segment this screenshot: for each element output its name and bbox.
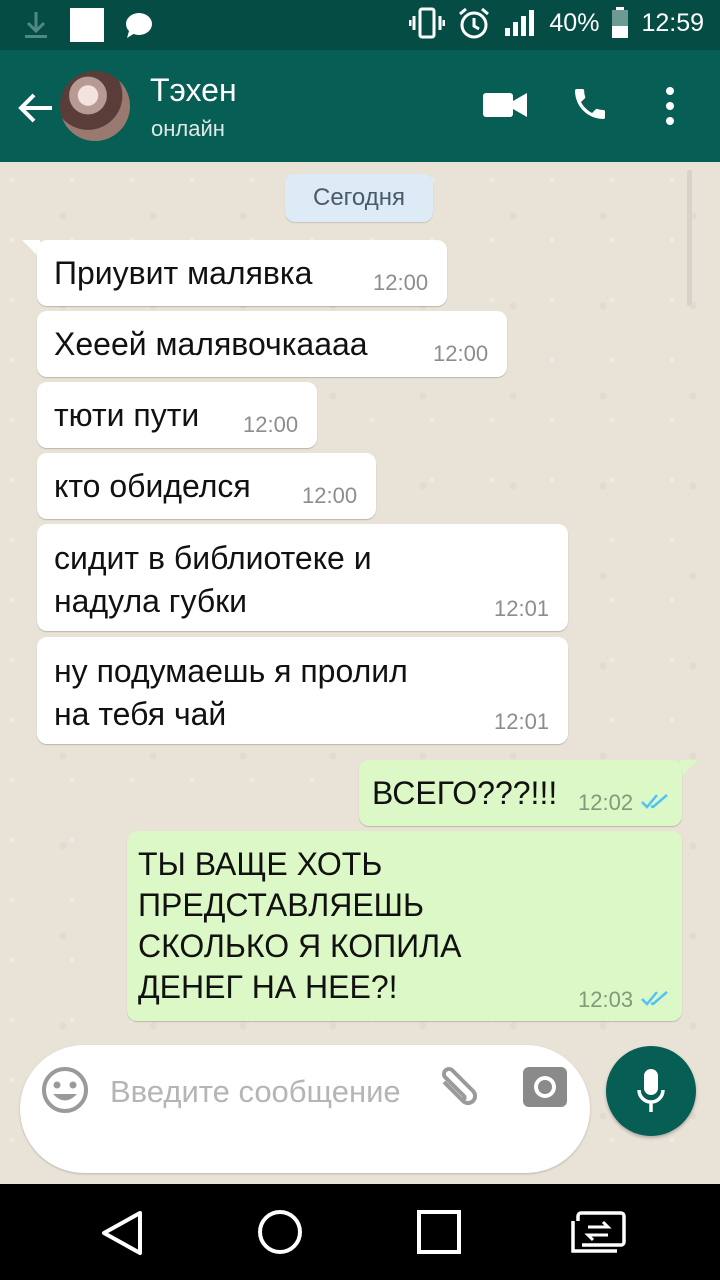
nav-switch-icon[interactable] <box>570 1211 626 1253</box>
message-time: 12:01 <box>494 596 550 621</box>
message-time: 12:00 <box>373 270 429 295</box>
emoji-icon[interactable] <box>40 1065 90 1115</box>
message-text: ВСЕГО???!!! <box>372 775 558 811</box>
attach-icon[interactable] <box>430 1064 480 1114</box>
message-incoming[interactable]: тюти пути 12:00 <box>37 382 317 448</box>
message-text: ну подумаешь я пролил на тебя чай <box>54 653 408 732</box>
message-time: 12:00 <box>243 412 299 437</box>
chat-icon <box>126 13 152 38</box>
alarm-icon <box>459 7 490 39</box>
nav-back-icon[interactable] <box>100 1210 144 1256</box>
download-icon <box>25 12 47 38</box>
message-text: ТЫ ВАЩЕ ХОТЬ ПРЕДСТАВЛЯЕШЬ СКОЛЬКО Я КОП… <box>138 846 462 1005</box>
message-incoming[interactable]: Хееей малявочкаааа 12:00 <box>37 311 507 377</box>
battery-percent: 40% <box>549 8 600 37</box>
battery-icon <box>612 7 629 38</box>
image-icon <box>70 8 104 42</box>
status-bar: 40% 12:59 <box>0 0 720 50</box>
message-outgoing[interactable]: ВСЕГО???!!! 12:02 <box>359 760 682 826</box>
message-time: 12:00 <box>433 341 489 366</box>
navigation-bar <box>0 1184 720 1280</box>
date-chip: Сегодня <box>285 174 433 222</box>
contact-name[interactable]: Тэхен <box>150 72 237 109</box>
avatar[interactable] <box>60 71 130 141</box>
more-vert-icon[interactable] <box>664 86 676 126</box>
message-text: Приувит малявка <box>54 255 313 291</box>
read-receipt-icon <box>641 794 668 809</box>
message-placeholder: Введите сообщение <box>110 1074 401 1109</box>
nav-recents-icon[interactable] <box>416 1209 462 1255</box>
camera-icon[interactable] <box>522 1066 568 1108</box>
video-call-icon[interactable] <box>482 89 528 121</box>
message-incoming[interactable]: кто обиделся 12:00 <box>37 453 376 519</box>
message-text: Хееей малявочкаааа <box>54 326 368 362</box>
bubble-tail <box>680 760 698 778</box>
message-time: 12:02 <box>578 790 634 815</box>
message-incoming[interactable]: сидит в библиотеке и надула губки 12:01 <box>37 524 568 631</box>
message-outgoing[interactable]: ТЫ ВАЩЕ ХОТЬ ПРЕДСТАВЛЯЕШЬ СКОЛЬКО Я КОП… <box>127 831 682 1021</box>
message-time: 12:01 <box>494 709 550 734</box>
message-text: сидит в библиотеке и надула губки <box>54 540 372 619</box>
back-arrow-icon[interactable] <box>16 88 56 128</box>
message-incoming[interactable]: ну подумаешь я пролил на тебя чай 12:01 <box>37 637 568 744</box>
message-text: тюти пути <box>54 397 200 433</box>
nav-home-icon[interactable] <box>257 1209 303 1255</box>
phone-icon[interactable] <box>570 84 610 124</box>
mic-button[interactable] <box>606 1046 696 1136</box>
message-time: 12:03 <box>578 987 634 1012</box>
message-time: 12:00 <box>302 483 358 508</box>
signal-icon <box>505 10 535 36</box>
contact-status: онлайн <box>151 116 225 141</box>
mic-icon <box>637 1069 665 1112</box>
message-incoming[interactable]: Приувит малявка 12:00 <box>37 240 447 306</box>
clock: 12:59 <box>641 8 704 37</box>
chat-header: Тэхен онлайн <box>0 50 720 162</box>
vibrate-icon <box>409 7 446 39</box>
read-receipt-icon <box>641 991 668 1006</box>
message-text: кто обиделся <box>54 468 251 504</box>
scrollbar[interactable] <box>687 170 692 306</box>
